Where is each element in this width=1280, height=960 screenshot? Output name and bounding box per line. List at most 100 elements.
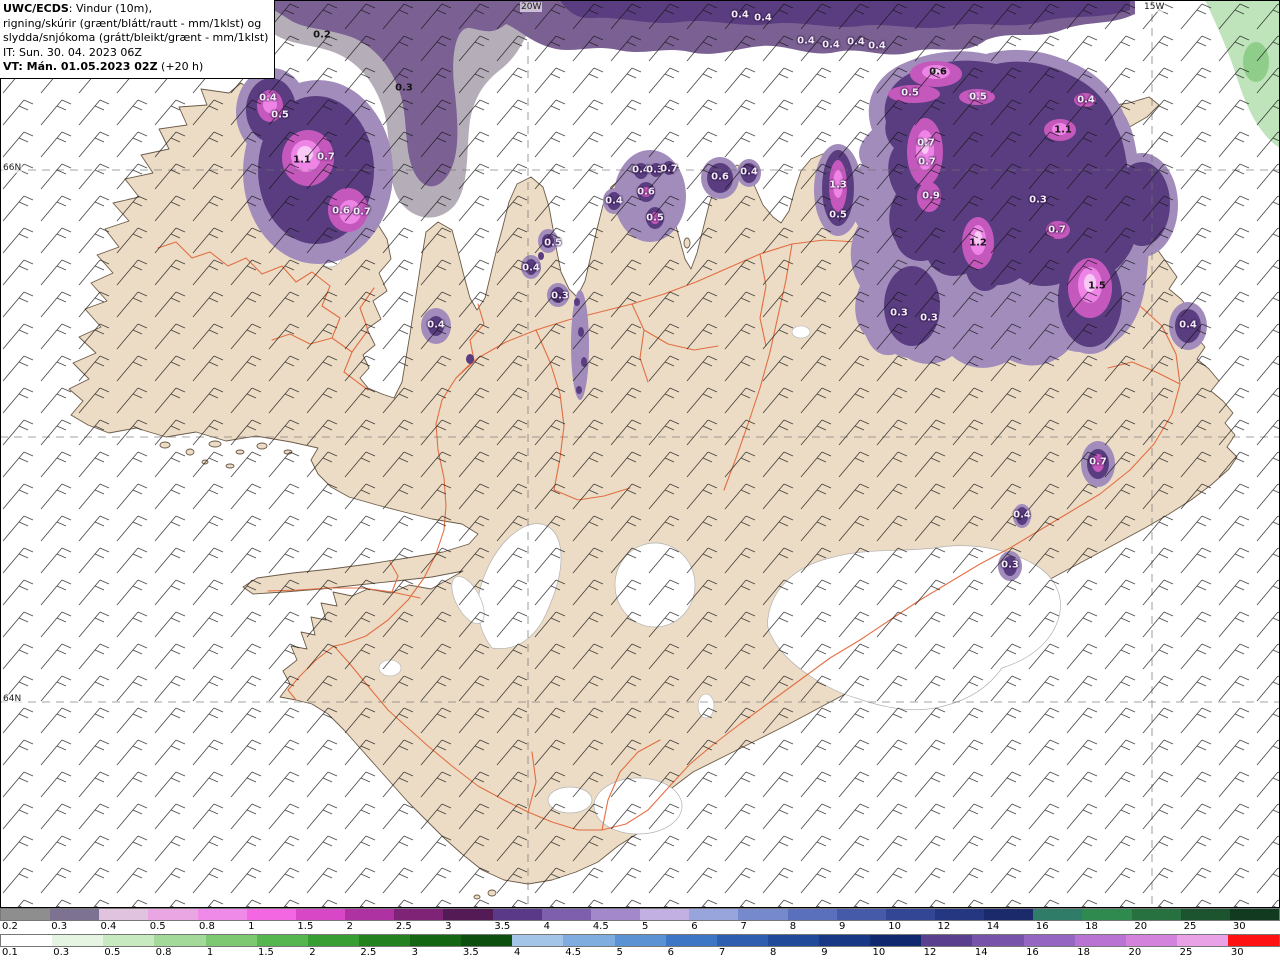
legend-desc-rain: rigning/skúrir (grænt/blátt/rautt - mm/1…	[3, 16, 262, 30]
legend-threshold-value: 1	[248, 921, 255, 932]
legend-color-cell	[197, 909, 247, 920]
legend-threshold-value: 0.2	[2, 921, 18, 932]
legend-threshold-value: 1	[206, 947, 214, 958]
legend-threshold-value: 14	[974, 947, 988, 958]
legend-color-cell	[148, 909, 198, 920]
legend-color-cell	[934, 909, 985, 920]
legend-threshold-value: 20	[1128, 947, 1142, 958]
legend-threshold-value: 8	[789, 921, 797, 932]
valid-time: VT: Mán. 01.05.2023 02Z	[3, 60, 158, 74]
legend-row-sleet-snow: 0.2 0.3 0.4 0.5 0.8 1 1.5 2 2.5 3 3.5 4 4.5 5 6 7 8 9 10 12…	[0, 908, 1280, 934]
legend-color-cell	[1180, 909, 1230, 920]
legend-threshold-value: 7	[718, 947, 726, 958]
legend-threshold-value: 0.5	[149, 921, 166, 932]
legend-color-cell	[541, 909, 591, 920]
legend-threshold-value: 12	[923, 947, 937, 958]
legend-threshold-value: 25	[1183, 921, 1197, 932]
legend-threshold-value: 16	[1035, 921, 1049, 932]
legend-color-cell	[972, 935, 1024, 946]
wind-barbs-field	[0, 0, 1280, 908]
legend-color-cell	[52, 935, 104, 946]
legend-threshold-value: 2	[346, 921, 354, 932]
legend-threshold-value: 3	[411, 947, 418, 958]
legend-color-cell	[1074, 935, 1126, 946]
legend-threshold-value: 4.5	[592, 921, 609, 932]
legend-threshold-value: 0.5	[104, 947, 121, 958]
legend-threshold-value: 18	[1077, 947, 1090, 958]
legend-color-cell	[819, 935, 871, 946]
model-name: UWC/ECDS	[3, 2, 69, 15]
legend-color-cell	[563, 935, 615, 946]
legend-threshold-value: 25	[1179, 947, 1193, 958]
legend-threshold-value: 20	[1134, 921, 1148, 932]
legend-color-cell	[410, 935, 462, 946]
legend-color-cell	[1125, 935, 1177, 946]
legend-threshold-value: 12	[937, 921, 951, 932]
legend-color-cell	[640, 909, 690, 920]
legend-color-cell	[614, 935, 666, 946]
legend-color-cell	[1023, 935, 1075, 946]
legend-color-cell	[295, 909, 346, 920]
legend-color-cell	[870, 935, 922, 946]
legend-color-cell	[99, 909, 149, 920]
legend-color-cell	[307, 935, 359, 946]
legend-threshold-value: 3.5	[462, 947, 479, 958]
map-title: : Vindur (10m),	[68, 2, 153, 15]
legend-threshold-value: 6	[691, 921, 698, 932]
legend-color-cell	[103, 935, 155, 946]
legend-color-cell	[443, 909, 493, 920]
legend-desc-sleet: slydda/snjókoma (grátt/bleikt/grænt - mm…	[3, 31, 269, 45]
legend-threshold-value: 7	[740, 921, 747, 932]
rain-scale-values: 0.1 0.3 0.5 0.8 1 1.5 2 2.5 3 3.5 4 4.5 5 6 7 8 9 10 12 14 1…	[0, 947, 1280, 960]
sleet-snow-scale-values: 0.2 0.3 0.4 0.5 0.8 1 1.5 2 2.5 3 3.5 4 4.5 5 6 7 8 9 10 12…	[0, 921, 1280, 934]
legend-color-cell	[345, 909, 395, 920]
legend-threshold-value: 2	[309, 947, 316, 958]
legend-color-cell	[787, 909, 837, 920]
legend-color-cell	[1082, 909, 1132, 920]
legend-threshold-value: 9	[838, 921, 846, 932]
legend-threshold-value: 0.3	[53, 947, 70, 958]
legend-threshold-value: 30	[1230, 947, 1244, 958]
legend-threshold-value: 3.5	[494, 921, 511, 932]
legend-color-cell	[1, 909, 51, 920]
legend-threshold-value: 2.5	[395, 921, 412, 932]
legend-threshold-value: 9	[821, 947, 828, 958]
init-time: IT: Sun. 30. 04. 2023 06Z	[3, 45, 142, 59]
legend-color-cell	[885, 909, 935, 920]
legend-threshold-value: 0.1	[2, 947, 18, 958]
forecast-offset: (+20 h)	[157, 60, 204, 74]
legend-color-cell	[1131, 909, 1181, 920]
legend-threshold-value: 5	[616, 947, 623, 958]
legend-threshold-value: 0.3	[51, 921, 68, 932]
legend-color-cell	[1176, 935, 1228, 946]
legend-color-cell	[1228, 935, 1280, 946]
legend-threshold-value: 1.5	[258, 947, 274, 958]
legend-threshold-value: 4.5	[565, 947, 582, 958]
legend-threshold-value: 0.8	[198, 921, 215, 932]
legend-color-cell	[512, 935, 564, 946]
legend-threshold-value: 0.4	[100, 921, 117, 932]
legend-color-cell	[50, 909, 100, 920]
legend-threshold-value: 5	[642, 921, 649, 932]
legend-threshold-value: 1.5	[297, 921, 314, 932]
legend-color-cell	[590, 909, 641, 920]
map-canvas	[0, 0, 1280, 908]
legend-color-cell	[689, 909, 739, 920]
forecast-info-box: UWC/ECDS: Vindur (10m), rigning/skúrir (…	[0, 0, 276, 79]
legend-color-cell	[1033, 909, 1083, 920]
legend-color-cell	[665, 935, 717, 946]
legend-color-cell	[767, 935, 819, 946]
legend-color-cell	[205, 935, 257, 946]
legend-threshold-value: 6	[667, 947, 675, 958]
legend-threshold-value: 14	[986, 921, 1000, 932]
legend-color-cell	[256, 935, 308, 946]
legend-threshold-value: 2.5	[360, 947, 377, 958]
legend-threshold-value: 4	[543, 921, 550, 932]
legend-threshold-value: 4	[514, 947, 521, 958]
rain-color-scale	[0, 934, 1280, 947]
legend-color-cell	[492, 909, 542, 920]
legend-color-cell	[984, 909, 1034, 920]
legend-color-cell	[358, 935, 410, 946]
legend-threshold-value: 10	[872, 947, 886, 958]
legend-color-cell	[154, 935, 206, 946]
